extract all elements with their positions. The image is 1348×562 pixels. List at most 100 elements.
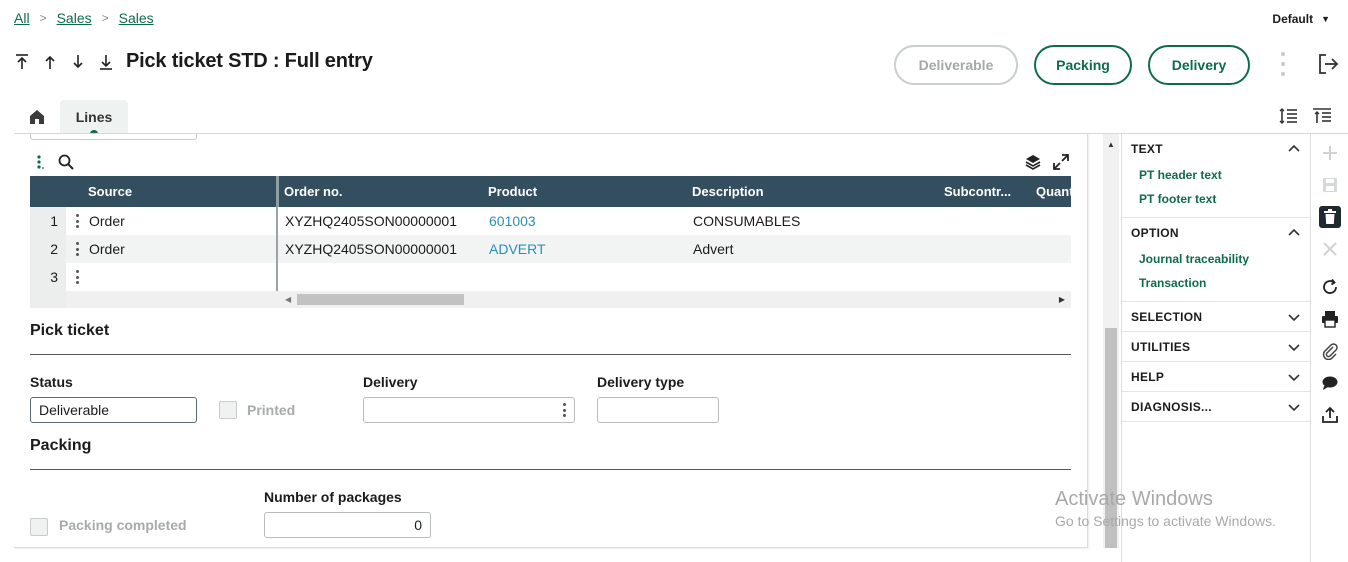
cell-source[interactable]: Order — [89, 235, 125, 263]
side-section-option: OPTION Journal traceability Transaction — [1122, 218, 1310, 302]
side-section-utilities: UTILITIES — [1122, 332, 1310, 362]
watermark-line-2: Go to Settings to activate Windows. — [1055, 513, 1276, 529]
attachment-icon[interactable] — [1319, 340, 1341, 362]
packing-button[interactable]: Packing — [1034, 45, 1132, 85]
cell-product-link[interactable]: 601003 — [489, 207, 536, 235]
refresh-icon[interactable] — [1319, 276, 1341, 298]
chevron-up-icon — [1288, 144, 1300, 152]
tab-bar: Lines — [14, 100, 128, 138]
side-section-header[interactable]: OPTION — [1122, 218, 1310, 247]
field-menu-icon[interactable] — [563, 403, 566, 417]
row-number: 1 — [30, 207, 66, 235]
watermark-line-1: Activate Windows — [1055, 488, 1213, 510]
grid-options-icon[interactable] — [36, 154, 44, 173]
side-section-header[interactable]: DIAGNOSIS... — [1122, 392, 1310, 421]
breadcrumb-all[interactable]: All — [14, 10, 30, 26]
column-header-source[interactable]: Source — [88, 176, 132, 207]
comment-icon[interactable] — [1319, 372, 1341, 394]
chevron-up-icon — [1288, 228, 1300, 236]
status-label: Status — [30, 374, 73, 390]
search-icon[interactable] — [58, 154, 74, 173]
side-link-pt-footer-text[interactable]: PT footer text — [1122, 187, 1310, 211]
breadcrumb-sales-1[interactable]: Sales — [57, 10, 92, 26]
last-record-icon[interactable] — [98, 52, 114, 72]
row-menu-icon[interactable] — [76, 214, 79, 228]
grid-header: Source Order no. Product Description Sub… — [30, 176, 1074, 207]
delete-icon[interactable] — [1319, 206, 1341, 228]
profile-selector-label: Default — [1272, 12, 1314, 26]
deliverable-button[interactable]: Deliverable — [894, 45, 1018, 85]
cell-description[interactable]: CONSUMABLES — [693, 207, 800, 235]
column-header-description[interactable]: Description — [692, 176, 764, 207]
export-icon[interactable] — [1319, 404, 1341, 426]
side-link-transaction[interactable]: Transaction — [1122, 271, 1310, 295]
side-section-selection: SELECTION — [1122, 302, 1310, 332]
chevron-down-icon — [1288, 313, 1300, 321]
cell-product-link[interactable]: ADVERT — [489, 235, 546, 263]
previous-record-icon[interactable] — [42, 52, 58, 72]
row-menu-icon[interactable] — [76, 242, 79, 256]
line-height-icon[interactable] — [1278, 106, 1298, 126]
next-record-icon[interactable] — [70, 52, 86, 72]
column-header-quantity[interactable]: Quant — [1036, 176, 1074, 207]
side-section-header[interactable]: SELECTION — [1122, 302, 1310, 331]
side-section-title: SELECTION — [1131, 309, 1203, 324]
breadcrumb-sales-2[interactable]: Sales — [119, 10, 154, 26]
layers-icon[interactable] — [1025, 154, 1041, 173]
scroll-left-icon[interactable]: ◀ — [285, 295, 291, 304]
exit-icon[interactable] — [1316, 52, 1340, 76]
scrollbar-thumb[interactable] — [297, 294, 464, 305]
delivery-type-label: Delivery type — [597, 374, 685, 390]
scroll-up-icon[interactable]: ▲ — [1107, 140, 1115, 149]
chevron-right-icon: > — [39, 11, 47, 25]
table-row[interactable]: 3 — [30, 263, 1071, 291]
cancel-icon — [1319, 238, 1341, 260]
truncated-field — [30, 134, 197, 140]
column-header-order-no[interactable]: Order no. — [284, 176, 343, 207]
print-icon[interactable] — [1319, 308, 1341, 330]
cell-order-no[interactable]: XYZHQ2405SON00000001 — [285, 207, 457, 235]
cell-source[interactable]: Order — [89, 207, 125, 235]
grid-toolbar-left — [36, 154, 74, 173]
page-vertical-scrollbar[interactable]: ▲ — [1103, 134, 1119, 548]
side-link-pt-header-text[interactable]: PT header text — [1122, 163, 1310, 187]
printed-label: Printed — [247, 402, 296, 418]
table-row[interactable]: 1 Order XYZHQ2405SON00000001 601003 CONS… — [30, 207, 1071, 235]
delivery-field[interactable] — [363, 397, 575, 423]
scroll-right-icon[interactable]: ▶ — [1059, 295, 1065, 304]
home-icon — [30, 110, 44, 124]
side-section-text: TEXT PT header text PT footer text — [1122, 134, 1310, 218]
tab-lines[interactable]: Lines — [60, 100, 128, 138]
page-title: Pick ticket STD : Full entry — [126, 50, 373, 72]
delivery-type-field[interactable] — [597, 397, 719, 423]
lines-grid: Source Order no. Product Description Sub… — [30, 176, 1074, 308]
side-link-journal-traceability[interactable]: Journal traceability — [1122, 247, 1310, 271]
number-of-packages-field[interactable]: 0 — [264, 512, 431, 538]
delivery-button[interactable]: Delivery — [1148, 45, 1250, 85]
column-header-product[interactable]: Product — [488, 176, 537, 207]
side-section-title: OPTION — [1131, 225, 1179, 240]
side-section-diagnosis: DIAGNOSIS... — [1122, 392, 1310, 422]
first-record-icon[interactable] — [14, 52, 30, 72]
tab-home[interactable] — [14, 100, 60, 134]
side-section-header[interactable]: UTILITIES — [1122, 332, 1310, 361]
side-section-header[interactable]: TEXT — [1122, 134, 1310, 163]
row-menu-icon[interactable] — [76, 270, 79, 284]
chevron-down-icon — [1288, 373, 1300, 381]
grid-horizontal-scrollbar[interactable]: ◀ ▶ — [30, 291, 1071, 308]
side-section-help: HELP — [1122, 362, 1310, 392]
side-section-header[interactable]: HELP — [1122, 362, 1310, 391]
cell-order-no[interactable]: XYZHQ2405SON00000001 — [285, 235, 457, 263]
collapse-top-icon[interactable] — [1312, 106, 1332, 126]
cell-description[interactable]: Advert — [693, 235, 733, 263]
more-actions-icon[interactable] — [1278, 52, 1288, 76]
status-field: Deliverable — [30, 397, 197, 423]
chevron-right-icon: > — [101, 11, 109, 25]
table-row[interactable]: 2 Order XYZHQ2405SON00000001 ADVERT Adve… — [30, 235, 1071, 263]
number-of-packages-label: Number of packages — [264, 489, 402, 505]
profile-selector[interactable]: Default ▼ — [1272, 12, 1330, 26]
activate-windows-watermark: Activate Windows Go to Settings to activ… — [1055, 488, 1276, 529]
expand-icon[interactable] — [1053, 154, 1069, 173]
add-icon — [1319, 142, 1341, 164]
column-header-subcontractor[interactable]: Subcontr... — [944, 176, 1011, 207]
